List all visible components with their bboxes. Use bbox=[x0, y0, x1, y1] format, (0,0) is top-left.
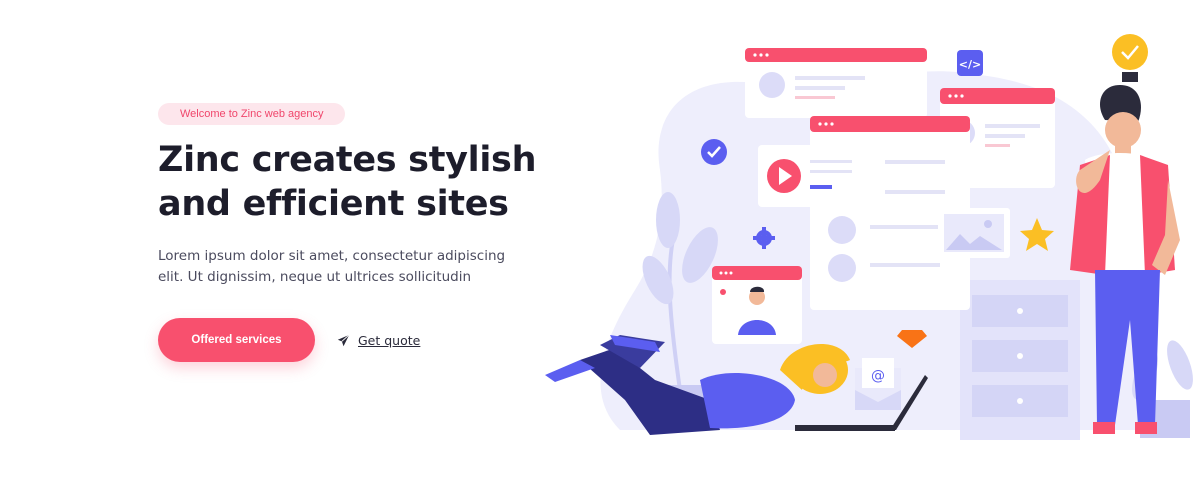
video-call-card bbox=[712, 266, 802, 344]
hero-actions: Offered services Get quote bbox=[158, 318, 420, 362]
code-badge-icon: </> bbox=[957, 50, 983, 76]
get-quote-label: Get quote bbox=[358, 332, 421, 348]
check-circle-icon bbox=[701, 139, 727, 165]
get-quote-link[interactable]: Get quote bbox=[337, 333, 420, 348]
drawer-cabinet bbox=[960, 280, 1080, 440]
email-symbol: @ bbox=[871, 368, 885, 384]
lead-line-2: elit. Ut dignissim, neque ut ultrices so… bbox=[158, 269, 472, 285]
offered-services-button[interactable]: Offered services bbox=[158, 318, 315, 362]
code-badge-label: </> bbox=[959, 58, 981, 71]
paper-plane-icon bbox=[337, 333, 350, 346]
browser-card-top bbox=[745, 48, 927, 118]
headline-line-2: and efficient sites bbox=[158, 184, 509, 224]
video-card bbox=[758, 145, 863, 207]
hero-text: Welcome to Zinc web agency Zinc creates … bbox=[158, 103, 538, 288]
image-card bbox=[938, 208, 1010, 258]
hero-illustration: </> @ bbox=[545, 34, 1193, 440]
lead-line-1: Lorem ipsum dolor sit amet, consectetur … bbox=[158, 248, 506, 264]
lightbulb-icon bbox=[1112, 34, 1148, 82]
headline-line-1: Zinc creates stylish bbox=[158, 140, 537, 180]
page-title: Zinc creates stylish and efficient sites bbox=[158, 138, 538, 226]
hero-description: Lorem ipsum dolor sit amet, consectetur … bbox=[158, 246, 518, 288]
welcome-badge: Welcome to Zinc web agency bbox=[158, 103, 346, 125]
